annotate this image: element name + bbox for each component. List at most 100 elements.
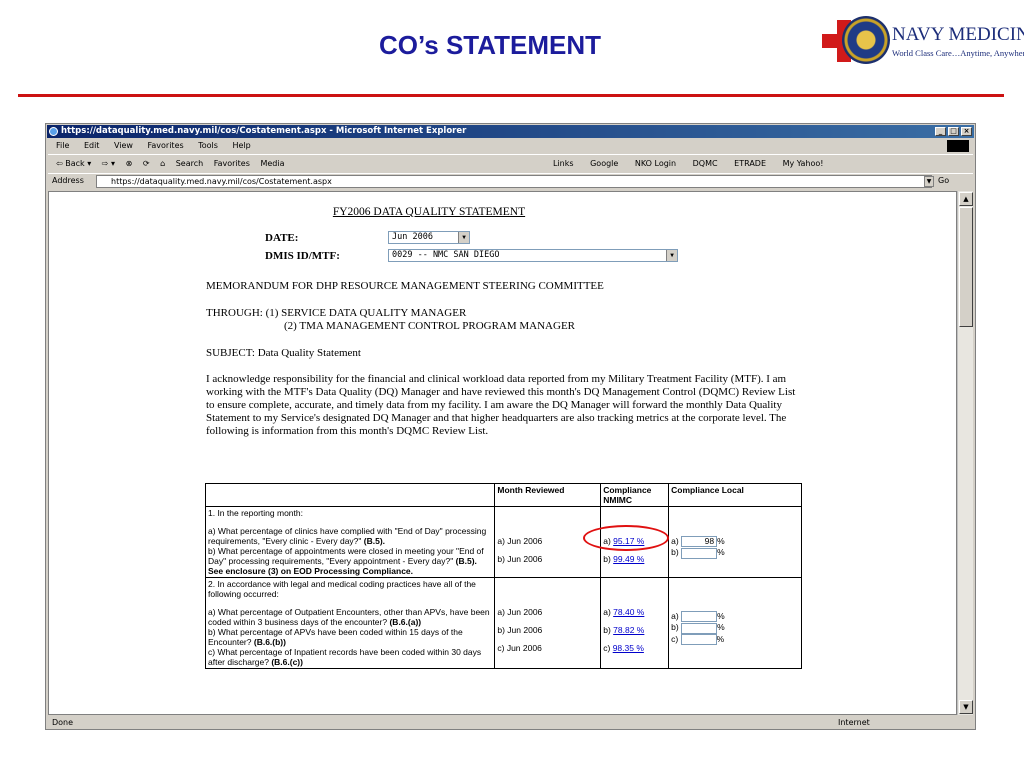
- link-my-yahoo[interactable]: My Yahoo!: [783, 159, 824, 168]
- security-zone: Internet: [838, 718, 870, 727]
- row2-question-c: c) What percentage of Inpatient records …: [208, 647, 492, 667]
- close-icon[interactable]: ×: [961, 127, 972, 136]
- row1-question-b-text: b) What percentage of appointments were …: [208, 546, 484, 566]
- question-cell: 1. In the reporting month: a) What perce…: [204, 506, 496, 578]
- date-select-value: Jun 2006: [392, 232, 433, 242]
- anchor-seal-icon: [842, 16, 890, 64]
- row1-intro: 1. In the reporting month:: [208, 508, 303, 518]
- minimize-icon[interactable]: _: [935, 127, 946, 136]
- windows-logo-icon: [947, 140, 969, 152]
- menu-file[interactable]: File: [56, 141, 69, 150]
- ie-icon: [49, 127, 58, 136]
- row2-nmimc-c-prefix: c): [603, 643, 611, 653]
- link-nko-login[interactable]: NKO Login: [635, 159, 676, 168]
- header-compliance-local: Compliance Local: [668, 483, 802, 507]
- menu-favorites[interactable]: Favorites: [148, 141, 184, 150]
- menu-view[interactable]: View: [114, 141, 133, 150]
- row2-nmimc-c-link[interactable]: 98.35 %: [613, 643, 644, 653]
- home-icon[interactable]: ⌂: [160, 155, 165, 172]
- window-title: https://dataquality.med.navy.mil/cos/Cos…: [61, 126, 467, 136]
- memorandum-line: MEMORANDUM FOR DHP RESOURCE MANAGEMENT S…: [206, 280, 604, 292]
- forward-button[interactable]: ⇨ ▾: [102, 155, 115, 172]
- row1-local-b-input[interactable]: [681, 547, 718, 559]
- row2-question-b-ref: (B.6.(b)): [253, 637, 286, 647]
- row2-question-b-text: b) What percentage of APVs have been cod…: [208, 627, 463, 647]
- dmis-select[interactable]: 0029 -- NMC SAN DIEGO ▼: [388, 249, 678, 262]
- row2-nmimc-b: b) 78.82 %: [603, 625, 666, 635]
- row1-nmimc-b: b) 99.49 %: [603, 554, 666, 564]
- menu-edit[interactable]: Edit: [84, 141, 100, 150]
- browser-window: https://dataquality.med.navy.mil/cos/Cos…: [45, 123, 976, 730]
- maximize-icon[interactable]: □: [948, 127, 959, 136]
- row2-local-c-input[interactable]: [680, 633, 717, 645]
- link-google[interactable]: Google: [590, 159, 618, 168]
- favorites-button[interactable]: Favorites: [214, 155, 250, 172]
- row1-local-a-input[interactable]: 98: [681, 536, 718, 548]
- dmis-label: DMIS ID/MTF:: [265, 250, 340, 262]
- row1-local-a-prefix: a): [671, 536, 679, 546]
- row2-nmimc-a-link[interactable]: 78.40 %: [613, 607, 644, 617]
- window-titlebar[interactable]: https://dataquality.med.navy.mil/cos/Cos…: [47, 125, 974, 138]
- row1-local-b: b) %: [671, 547, 799, 559]
- row1-nmimc-b-prefix: b): [603, 554, 611, 564]
- row2-local-a-input[interactable]: [681, 611, 718, 623]
- menu-tools[interactable]: Tools: [198, 141, 218, 150]
- percent-label: %: [716, 633, 725, 644]
- row2-nmimc-b-link[interactable]: 78.82 %: [613, 625, 644, 635]
- links-label: Links: [553, 159, 574, 168]
- percent-label: %: [717, 536, 725, 546]
- links-bar: Links Google NKO Login DQMC ETRADE My Ya…: [553, 155, 838, 172]
- page-content: FY2006 DATA QUALITY STATEMENT DATE: Jun …: [48, 191, 957, 715]
- row2-month-a: a) Jun 2006: [497, 607, 543, 617]
- question-cell: 2. In accordance with legal and medical …: [204, 577, 496, 669]
- scroll-up-icon[interactable]: ▲: [959, 192, 973, 206]
- through-line-2: (2) TMA MANAGEMENT CONTROL PROGRAM MANAG…: [284, 320, 576, 332]
- local-cell: a) 98% b) %: [668, 506, 802, 578]
- logo-brand: NAVY MEDICINE: [892, 24, 1024, 45]
- link-etrade[interactable]: ETRADE: [734, 159, 766, 168]
- menu-help[interactable]: Help: [232, 141, 250, 150]
- row1-question-b: b) What percentage of appointments were …: [208, 546, 492, 576]
- date-select[interactable]: Jun 2006 ▼: [388, 231, 470, 244]
- highlight-ring: [583, 525, 669, 551]
- vertical-scrollbar[interactable]: ▲ ▼: [957, 191, 973, 715]
- row1-local-a: a) 98%: [671, 536, 799, 548]
- table-row: 2. In accordance with legal and medical …: [204, 577, 802, 669]
- title-rule: [18, 94, 1004, 97]
- row2-local-c: c) %: [671, 634, 799, 645]
- chevron-down-icon: ▼: [458, 232, 469, 243]
- row2-month-c: c) Jun 2006: [497, 643, 542, 653]
- row2-local-b-input[interactable]: [681, 622, 718, 634]
- scroll-thumb[interactable]: [959, 207, 973, 327]
- menu-bar: File Edit View Favorites Tools Help: [48, 139, 973, 153]
- media-button[interactable]: Media: [260, 155, 284, 172]
- dqmc-review-table: Month Reviewed Compliance NMIMC Complian…: [204, 483, 802, 669]
- address-bar: Address https://dataquality.med.navy.mil…: [48, 173, 973, 189]
- row2-question-c-text: c) What percentage of Inpatient records …: [208, 647, 482, 667]
- percent-label: %: [717, 622, 725, 633]
- row1-question-a: a) What percentage of clinics have compl…: [208, 526, 492, 546]
- row2-question-a: a) What percentage of Outpatient Encount…: [208, 607, 492, 627]
- percent-label: %: [717, 611, 725, 621]
- go-button[interactable]: Go: [938, 176, 949, 185]
- header-question: [204, 483, 496, 507]
- refresh-icon[interactable]: ⟳: [143, 155, 150, 172]
- back-button[interactable]: ⇦ Back ▾: [56, 155, 91, 172]
- address-input[interactable]: https://dataquality.med.navy.mil/cos/Cos…: [96, 175, 932, 188]
- stop-icon[interactable]: ⊗: [126, 155, 133, 172]
- row1-nmimc-b-link[interactable]: 99.49 %: [613, 554, 644, 564]
- link-dqmc[interactable]: DQMC: [693, 159, 718, 168]
- month-cell: a) Jun 2006 b) Jun 2006 c) Jun 2006: [494, 577, 602, 669]
- address-dropdown-icon[interactable]: ▼: [924, 176, 934, 187]
- scroll-down-icon[interactable]: ▼: [959, 700, 973, 714]
- chevron-down-icon: ▼: [666, 250, 677, 261]
- acknowledgement-paragraph: I acknowledge responsibility for the fin…: [206, 373, 796, 437]
- table-header-row: Month Reviewed Compliance NMIMC Complian…: [204, 483, 802, 507]
- status-text: Done: [52, 718, 74, 727]
- address-label: Address: [52, 176, 84, 185]
- navy-medicine-logo: NAVY MEDICINE World Class Care…Anytime, …: [822, 8, 1024, 72]
- search-button[interactable]: Search: [176, 155, 203, 172]
- row1-local-b-prefix: b): [671, 547, 679, 558]
- row1-question-a-ref: (B.5).: [363, 536, 386, 546]
- statement-title: FY2006 DATA QUALITY STATEMENT: [332, 206, 526, 218]
